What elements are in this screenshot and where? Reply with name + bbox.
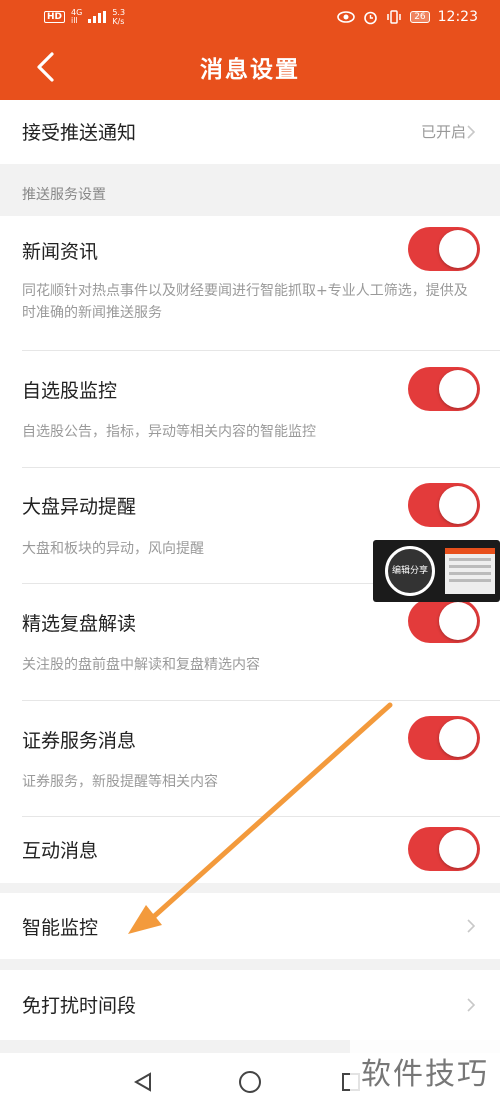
- signal-icon: [88, 11, 107, 23]
- push-notification-label: 接受推送通知: [22, 122, 137, 144]
- divider: [22, 467, 500, 468]
- circle-home-icon: [239, 1071, 261, 1093]
- toggle-knob: [439, 370, 477, 408]
- toggle-securities[interactable]: [408, 716, 480, 760]
- status-bar: HD 4G ill 5.3 K/s 26 12:23: [0, 0, 500, 34]
- toggle-news[interactable]: [408, 227, 480, 271]
- speed-value: 5.3: [112, 8, 126, 17]
- hd-badge: HD: [44, 11, 66, 23]
- toggle-knob: [439, 230, 477, 268]
- smart-monitor-label: 智能监控: [22, 917, 99, 939]
- push-notification-status: 已开启: [420, 123, 466, 141]
- page-title: 消息设置: [200, 57, 300, 83]
- nav-home-button[interactable]: [235, 1067, 265, 1097]
- status-right: 26 12:23: [337, 9, 478, 25]
- toggle-review[interactable]: [408, 599, 480, 643]
- eye-icon: [337, 11, 355, 23]
- item-desc-review: 关注股的盘前盘中解读和复盘精选内容: [22, 657, 260, 673]
- item-title-review: 精选复盘解读: [22, 613, 137, 635]
- back-button[interactable]: [28, 50, 62, 84]
- share-circle[interactable]: 编辑分享: [385, 546, 435, 596]
- item-desc-watchlist: 自选股公告，指标，异动等相关内容的智能监控: [22, 424, 316, 440]
- divider: [22, 350, 500, 351]
- watermark: 软件技巧: [350, 1030, 500, 1111]
- item-title-news: 新闻资讯: [22, 241, 99, 263]
- item-title-securities: 证券服务消息: [22, 730, 137, 752]
- speed-unit: K/s: [112, 17, 125, 26]
- triangle-back-icon: [133, 1072, 151, 1092]
- back-arrow-icon: [37, 52, 54, 82]
- toggle-watchlist[interactable]: [408, 367, 480, 411]
- nav-back-button[interactable]: [128, 1067, 158, 1097]
- chevron-right-icon: [467, 125, 476, 139]
- alarm-icon: [364, 11, 377, 24]
- divider: [22, 700, 500, 701]
- title-bar: 消息设置: [0, 34, 500, 100]
- clock: 12:23: [437, 9, 478, 25]
- floating-share-widget[interactable]: 编辑分享: [373, 540, 500, 602]
- chevron-right-icon: [467, 919, 476, 933]
- network-type: 4G ill: [71, 9, 82, 25]
- network-speed: 5.3 K/s: [112, 8, 125, 26]
- chevron-right-icon: [467, 998, 476, 1012]
- push-notification-row[interactable]: 接受推送通知 已开启: [0, 100, 500, 164]
- toggle-interaction[interactable]: [408, 827, 480, 871]
- toggle-knob: [439, 830, 477, 868]
- item-desc-securities: 证券服务，新股提醒等相关内容: [22, 774, 218, 790]
- toggle-knob: [439, 486, 477, 524]
- toggle-knob: [439, 719, 477, 757]
- battery-icon: 26: [410, 11, 430, 23]
- smart-monitor-row[interactable]: 智能监控: [0, 893, 500, 959]
- toggle-market-alert[interactable]: [408, 483, 480, 527]
- item-title-watchlist: 自选股监控: [22, 380, 118, 402]
- section-label: 推送服务设置: [22, 187, 106, 203]
- status-left: HD 4G ill 5.3 K/s: [44, 8, 125, 26]
- divider: [22, 816, 500, 817]
- network-bottom: ill: [71, 16, 78, 25]
- toggle-knob: [439, 602, 477, 640]
- item-title-interaction: 互动消息: [22, 840, 99, 862]
- item-desc-news: 同花顺针对热点事件以及财经要闻进行智能抓取+专业人工筛选，提供及时准确的新闻推送…: [22, 283, 468, 321]
- item-title-market-alert: 大盘异动提醒: [22, 496, 137, 518]
- dnd-period-label: 免打扰时间段: [22, 995, 137, 1017]
- screenshot-thumbnail[interactable]: [445, 548, 495, 594]
- vibrate-icon: [387, 10, 401, 24]
